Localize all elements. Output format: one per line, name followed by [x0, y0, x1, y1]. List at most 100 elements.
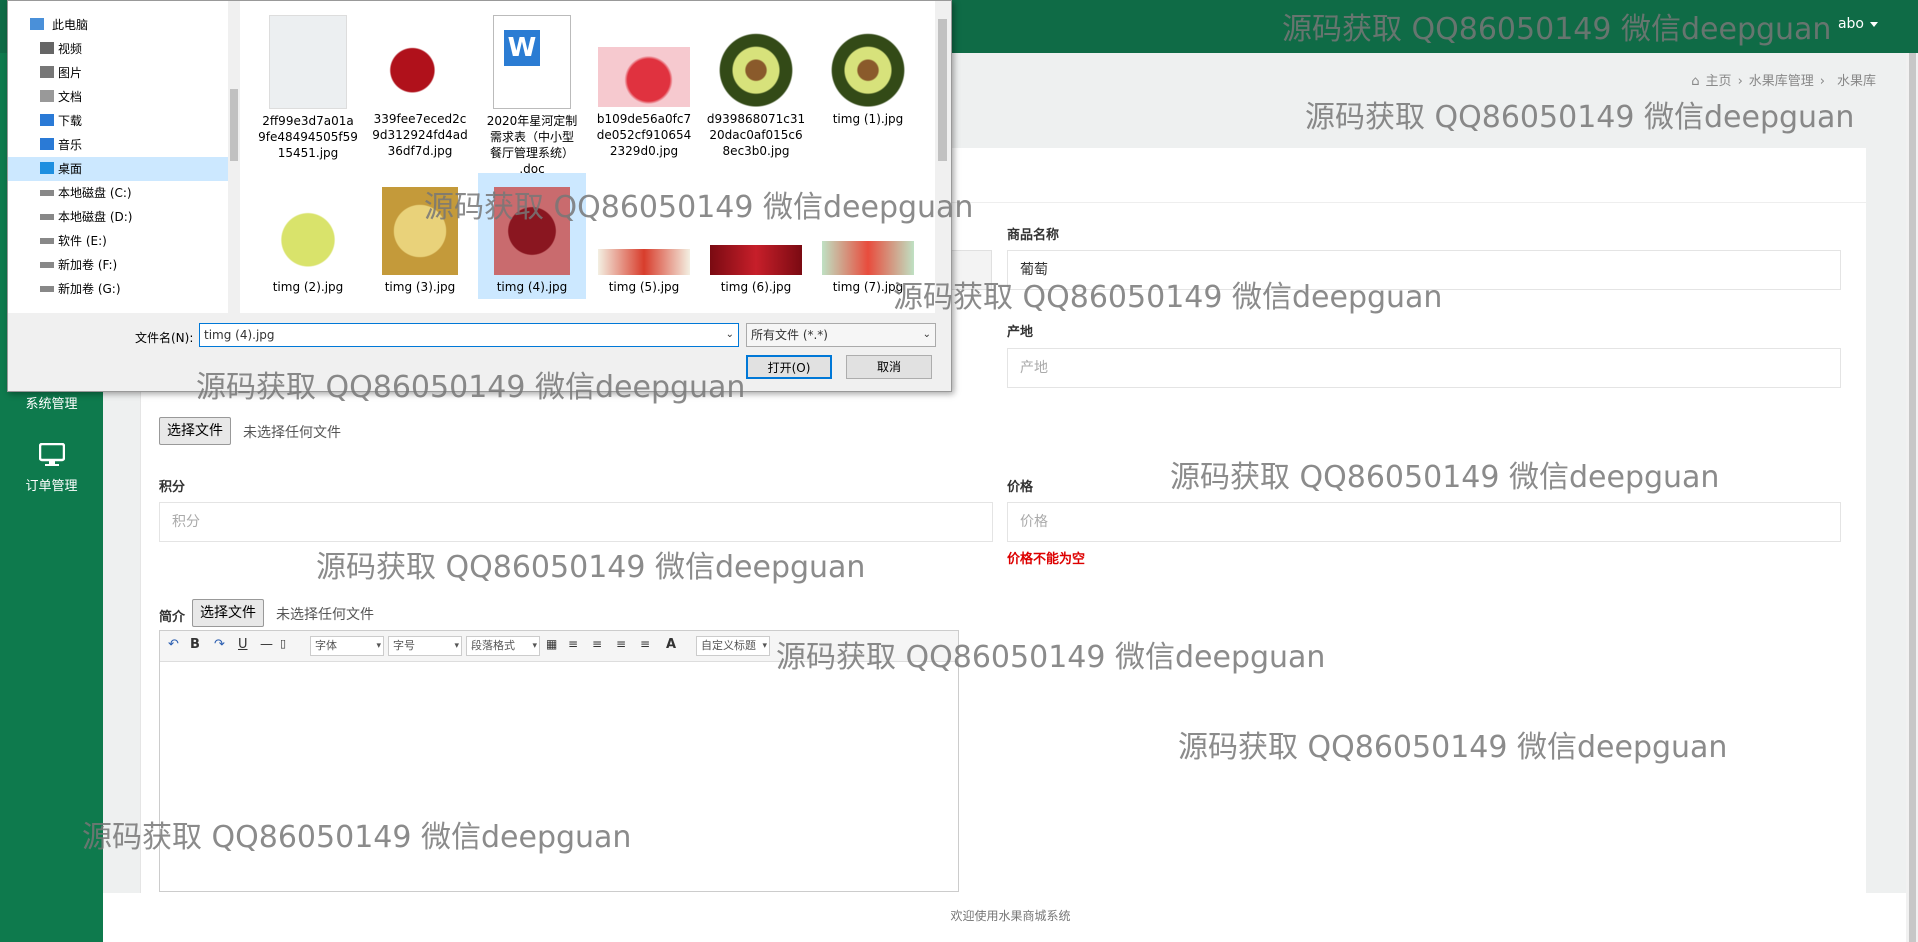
file-item[interactable]: 2ff99e3d7a01a 9fe48494505f59 15451.jpg	[254, 1, 362, 161]
breadcrumb: ⌂ 主页 › 水果库管理 › 水果库	[1685, 70, 1882, 89]
grape-thumbnail	[494, 187, 570, 275]
page-icon[interactable]: ▯	[280, 637, 286, 650]
open-button[interactable]: 打开(O)	[746, 355, 832, 379]
tree-item-this-pc[interactable]: 此电脑	[8, 13, 228, 37]
align-left-icon[interactable]: ≡	[568, 637, 578, 651]
table-icon[interactable]: ▦	[546, 637, 557, 651]
watermark: 源码获取 QQ86050149 微信deepguan	[1305, 100, 1855, 135]
paragraph-format-select[interactable]: 段落格式	[466, 636, 540, 656]
chevron-down-icon: ⌄	[922, 329, 931, 340]
undo-icon[interactable]: ↶	[168, 637, 179, 652]
file-item[interactable]: d939868071c31 20dac0af015c6 8ec3b0.jpg	[702, 1, 810, 159]
document-icon	[40, 90, 54, 102]
folder-tree: 此电脑 视频 图片 文档 下载 音乐 桌面 本地磁盘 (C:) 本地磁盘 (D:…	[8, 1, 241, 313]
chevron-right-icon: ›	[1737, 74, 1743, 89]
file-item-selected[interactable]: timg (4).jpg	[478, 173, 586, 299]
drive-icon	[40, 286, 54, 292]
tree-item-drive-e[interactable]: 软件 (E:)	[8, 229, 228, 253]
breadcrumb-current: 水果库	[1836, 74, 1876, 89]
font-size-select[interactable]: 字号	[388, 636, 462, 656]
product-name-label: 商品名称	[1007, 228, 1060, 243]
tree-item-drive-c[interactable]: 本地磁盘 (C:)	[8, 181, 228, 205]
origin-input[interactable]: 产地	[1007, 348, 1841, 388]
sidebar-item-label: 系统管理	[25, 397, 78, 412]
intro-no-file-text: 未选择任何文件	[276, 607, 374, 623]
file-item[interactable]: timg (6).jpg	[702, 173, 810, 295]
choose-image-button[interactable]: 选择文件	[159, 417, 231, 445]
melon-thumbnail	[270, 187, 346, 275]
file-item[interactable]: b109de56a0fc7 de052cf910654 2329d0.jpg	[590, 1, 698, 159]
price-error-text: 价格不能为空	[1007, 552, 1086, 567]
user-menu[interactable]: abo	[1838, 16, 1878, 32]
filetype-select[interactable]: 所有文件 (*.*) ⌄	[746, 323, 936, 347]
file-list-scrollbar[interactable]	[935, 1, 950, 313]
file-list: 2ff99e3d7a01a 9fe48494505f59 15451.jpg 339…	[240, 1, 935, 313]
breadcrumb-fruit-manage[interactable]: 水果库管理	[1749, 74, 1814, 89]
chevron-right-icon: ›	[1819, 74, 1825, 89]
file-item[interactable]: timg (2).jpg	[254, 173, 362, 295]
filename-input[interactable]: timg (4).jpg ⌄	[199, 323, 739, 347]
chevron-down-icon[interactable]: ⌄	[726, 324, 734, 346]
file-item[interactable]: timg (5).jpg	[590, 173, 698, 295]
page-scrollbar[interactable]	[1906, 53, 1918, 942]
tree-item-music[interactable]: 音乐	[8, 133, 228, 157]
scrollbar-thumb[interactable]	[1909, 53, 1916, 942]
file-item[interactable]: timg (7).jpg	[814, 173, 922, 295]
points-input[interactable]: 积分	[159, 502, 993, 542]
font-family-select[interactable]: 字体	[310, 636, 384, 656]
file-open-dialog: 此电脑 视频 图片 文档 下载 音乐 桌面 本地磁盘 (C:) 本地磁盘 (D:…	[7, 0, 952, 392]
intro-choose-file-button[interactable]: 选择文件	[192, 599, 264, 627]
bold-icon[interactable]: B	[190, 637, 200, 652]
cherry-thumbnail	[382, 15, 458, 107]
cancel-button[interactable]: 取消	[846, 355, 932, 379]
tree-scrollbar[interactable]	[228, 1, 240, 313]
align-justify-icon[interactable]: ≡	[640, 637, 650, 651]
tree-item-documents[interactable]: 文档	[8, 85, 228, 109]
banner-thumbnail	[822, 241, 914, 275]
breadcrumb-home[interactable]: 主页	[1706, 74, 1732, 89]
editor-toolbar: ↶ B ↷ U — ▯ 字体 字号 段落格式 ▦ ≡ ≡ ≡ ≡ A 自定义标题	[160, 631, 958, 662]
scrollbar-thumb[interactable]	[230, 89, 238, 161]
tree-item-downloads[interactable]: 下载	[8, 109, 228, 133]
redo-icon[interactable]: ↷	[214, 637, 225, 652]
product-name-input[interactable]: 葡萄	[1007, 250, 1841, 290]
font-color-icon[interactable]: A	[666, 637, 676, 652]
tree-item-drive-g[interactable]: 新加卷 (G:)	[8, 277, 228, 301]
tree-item-drive-d[interactable]: 本地磁盘 (D:)	[8, 205, 228, 229]
tree-item-desktop[interactable]: 桌面	[8, 157, 228, 181]
footer: 欢迎使用水果商城系统	[103, 893, 1918, 942]
drive-icon	[40, 214, 54, 220]
origin-label: 产地	[1007, 325, 1034, 340]
avocado-thumbnail	[823, 15, 913, 107]
home-icon: ⌂	[1691, 74, 1700, 89]
file-item[interactable]: 339fee7eced2c 9d312924fd4ad 36df7d.jpg	[366, 1, 474, 159]
file-item[interactable]: W 2020年星河定制 需求表（中小型 餐厅管理系统） .doc	[478, 1, 586, 177]
price-input[interactable]: 价格	[1007, 502, 1841, 542]
tree-item-pictures[interactable]: 图片	[8, 61, 228, 85]
avocado-thumbnail	[711, 15, 801, 107]
tree-item-drive-f[interactable]: 新加卷 (F:)	[8, 253, 228, 277]
underline-icon[interactable]: U	[238, 637, 248, 652]
user-name: abo	[1837, 16, 1864, 32]
drive-icon	[40, 190, 54, 196]
scrollbar-thumb[interactable]	[938, 19, 947, 161]
align-center-icon[interactable]: ≡	[592, 637, 602, 651]
desktop-icon	[40, 162, 54, 174]
file-item[interactable]: timg (3).jpg	[366, 173, 474, 295]
pear-thumbnail	[382, 187, 458, 275]
custom-heading-select[interactable]: 自定义标题	[696, 636, 770, 656]
sidebar-item-label: 订单管理	[25, 479, 78, 494]
align-right-icon[interactable]: ≡	[616, 637, 626, 651]
drive-icon	[40, 238, 54, 244]
footer-text: 欢迎使用水果商城系统	[950, 909, 1071, 923]
sidebar-item-orders[interactable]: 订单管理	[0, 442, 103, 494]
picture-icon	[40, 66, 54, 78]
file-item[interactable]: timg (1).jpg	[814, 1, 922, 127]
rich-text-editor[interactable]: ↶ B ↷ U — ▯ 字体 字号 段落格式 ▦ ≡ ≡ ≡ ≡ A 自定义标题	[159, 630, 959, 892]
horizontal-rule-icon[interactable]: —	[260, 637, 273, 652]
apple-thumbnail	[598, 47, 690, 107]
word-doc-icon: W	[493, 15, 571, 109]
tree-item-videos[interactable]: 视频	[8, 37, 228, 61]
music-icon	[40, 138, 54, 150]
sidebar-item-system[interactable]: 系统管理	[0, 389, 103, 412]
